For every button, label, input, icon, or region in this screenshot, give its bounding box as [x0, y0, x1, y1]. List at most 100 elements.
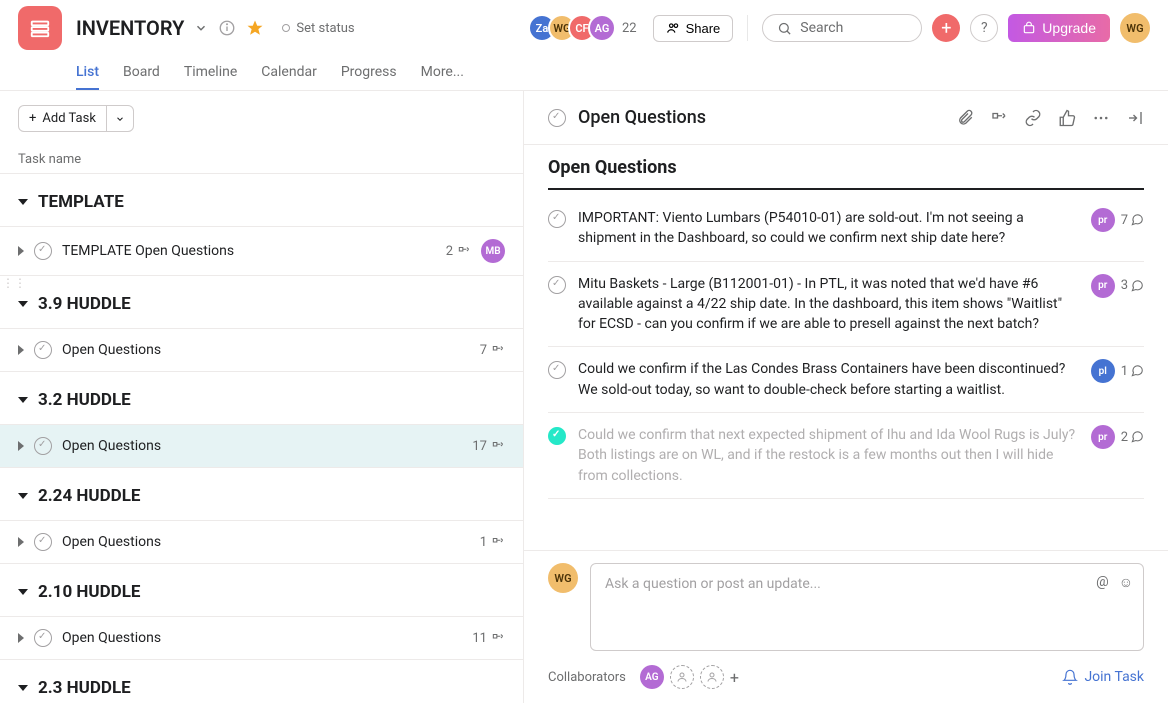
caret-down-icon: [18, 493, 28, 499]
task-name: Open Questions: [62, 342, 470, 358]
task-list-pane: +Add Task Task name TEMPLATETEMPLATE Ope…: [0, 91, 524, 703]
subtask-complete-toggle[interactable]: [548, 361, 566, 379]
subtask-assignee-avatar[interactable]: pr: [1091, 274, 1115, 298]
comment-input[interactable]: Ask a question or post an update... @ ☺: [590, 563, 1144, 651]
more-icon[interactable]: [1092, 109, 1110, 127]
subtask-count: 17: [472, 439, 505, 454]
subtask-assignee-avatar[interactable]: pl: [1091, 359, 1115, 383]
task-complete-toggle[interactable]: [34, 242, 52, 260]
info-icon[interactable]: [218, 19, 236, 37]
section-header[interactable]: 3.9 HUDDLE: [0, 276, 523, 328]
add-button[interactable]: +: [932, 14, 960, 42]
collaborators-label: Collaborators: [548, 670, 626, 685]
section-title: 2.3 HUDDLE: [38, 678, 131, 698]
chevron-down-icon[interactable]: [194, 21, 208, 35]
view-tabs: List Board Timeline Calendar Progress Mo…: [0, 56, 1168, 91]
tab-calendar[interactable]: Calendar: [261, 56, 317, 90]
subtask-text: Could we confirm that next expected ship…: [578, 425, 1079, 486]
divider: [747, 15, 748, 41]
tab-timeline[interactable]: Timeline: [184, 56, 237, 90]
collapse-icon[interactable]: [1126, 109, 1144, 127]
section-header[interactable]: 2.24 HUDDLE: [0, 468, 523, 520]
subtask-text: Could we confirm if the Las Condes Brass…: [578, 359, 1079, 400]
mention-icon[interactable]: @: [1096, 574, 1109, 591]
caret-down-icon: [18, 589, 28, 595]
task-row[interactable]: Open Questions11: [0, 616, 523, 659]
subtask-comment-count: 1: [1121, 364, 1144, 379]
project-title: INVENTORY: [76, 16, 184, 40]
section-title: 2.24 HUDDLE: [38, 486, 140, 506]
subtask-row[interactable]: IMPORTANT: Viento Lumbars (P54010-01) ar…: [548, 196, 1144, 262]
project-icon[interactable]: [18, 6, 62, 50]
add-task-dropdown[interactable]: [107, 109, 133, 129]
task-complete-toggle[interactable]: [34, 533, 52, 551]
link-icon[interactable]: [1024, 109, 1042, 127]
tab-more[interactable]: More...: [421, 56, 464, 90]
section-title: 3.9 HUDDLE: [38, 294, 131, 314]
add-collaborator-plus[interactable]: +: [730, 668, 739, 687]
subtask-comment-count: 7: [1121, 213, 1144, 228]
add-collaborator[interactable]: [670, 665, 694, 689]
subtask-row[interactable]: Could we confirm that next expected ship…: [548, 413, 1144, 499]
task-complete-toggle[interactable]: [34, 629, 52, 647]
tab-progress[interactable]: Progress: [341, 56, 397, 90]
emoji-icon[interactable]: ☺: [1119, 574, 1133, 591]
user-avatar[interactable]: WG: [1120, 13, 1150, 43]
section-header[interactable]: 2.3 HUDDLE: [0, 660, 523, 703]
subtask-row[interactable]: Mitu Baskets - Large (B112001-01) - In P…: [548, 262, 1144, 348]
drag-handle-icon[interactable]: ⋮⋮: [2, 276, 26, 290]
caret-down-icon: [18, 199, 28, 205]
section-header[interactable]: 2.10 HUDDLE: [0, 564, 523, 616]
task-row[interactable]: TEMPLATE Open Questions2 MB: [0, 226, 523, 275]
upgrade-button[interactable]: Upgrade: [1008, 14, 1110, 42]
section-header[interactable]: TEMPLATE: [0, 174, 523, 226]
plus-icon: +: [29, 111, 36, 126]
main-area: +Add Task Task name TEMPLATETEMPLATE Ope…: [0, 91, 1168, 703]
task-complete-toggle[interactable]: [548, 109, 566, 127]
header-avatars[interactable]: Za WG CF AG 22: [528, 14, 643, 42]
subtask-complete-toggle[interactable]: [548, 427, 566, 445]
search-input[interactable]: Search: [762, 14, 922, 42]
subtask-comment-count: 3: [1121, 278, 1144, 293]
section-header[interactable]: 3.2 HUDDLE: [0, 372, 523, 424]
share-button[interactable]: Share: [653, 15, 734, 42]
section-title: TEMPLATE: [38, 192, 124, 212]
help-button[interactable]: ?: [970, 14, 998, 42]
task-complete-toggle[interactable]: [34, 341, 52, 359]
subtask-comment-count: 2: [1121, 430, 1144, 445]
status-button[interactable]: Set status: [282, 21, 354, 36]
add-collaborator[interactable]: [700, 665, 724, 689]
tab-board[interactable]: Board: [123, 56, 160, 90]
like-icon[interactable]: [1058, 109, 1076, 127]
subtask-count: 7: [480, 343, 505, 358]
task-row[interactable]: Open Questions1: [0, 520, 523, 563]
task-row[interactable]: Open Questions 7: [0, 328, 523, 371]
comment-user-avatar: WG: [548, 563, 578, 593]
tab-list[interactable]: List: [76, 56, 99, 90]
attach-icon[interactable]: [956, 109, 974, 127]
task-name: Open Questions: [62, 534, 470, 550]
star-icon[interactable]: [246, 19, 264, 37]
subtask-assignee-avatar[interactable]: pr: [1091, 208, 1115, 232]
task-complete-toggle[interactable]: [34, 437, 52, 455]
subtask-assignee-avatar[interactable]: pr: [1091, 425, 1115, 449]
join-task-button[interactable]: Join Task: [1062, 669, 1144, 685]
subtask-row[interactable]: Could we confirm if the Las Condes Brass…: [548, 347, 1144, 413]
task-name: Open Questions: [62, 438, 462, 454]
avatar-count: 22: [616, 21, 643, 36]
collaborator-avatar[interactable]: AG: [640, 665, 664, 689]
caret-right-icon: [18, 537, 24, 547]
task-row[interactable]: Open Questions 17: [0, 424, 523, 467]
subtask-complete-toggle[interactable]: [548, 210, 566, 228]
section-title: 3.2 HUDDLE: [38, 390, 131, 410]
detail-title: Open Questions: [578, 107, 706, 128]
caret-right-icon: [18, 633, 24, 643]
caret-down-icon: [18, 301, 28, 307]
task-name: Open Questions: [62, 630, 462, 646]
subtask-icon[interactable]: [990, 109, 1008, 127]
caret-down-icon: [18, 685, 28, 691]
assignee-avatar[interactable]: MB: [481, 239, 505, 263]
avatar: AG: [588, 14, 616, 42]
subtask-complete-toggle[interactable]: [548, 276, 566, 294]
add-task-button[interactable]: +Add Task: [18, 105, 134, 132]
